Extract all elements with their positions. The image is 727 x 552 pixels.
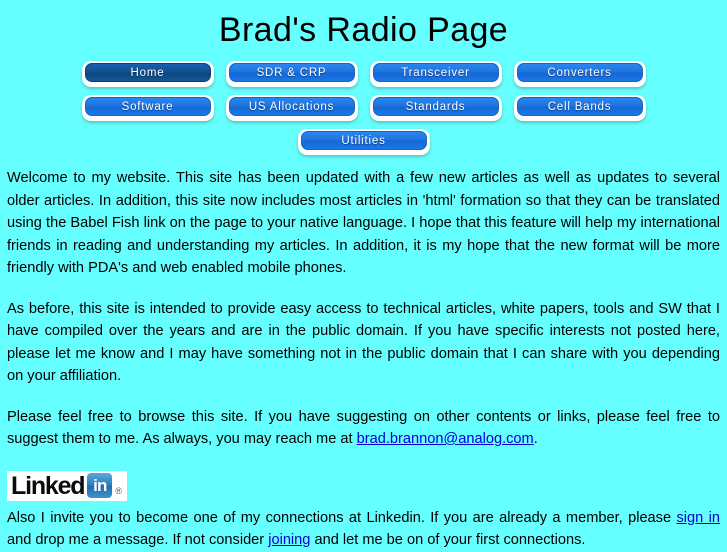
nav-plate: Transceiver <box>369 61 502 87</box>
nav-button-home[interactable]: Home <box>84 63 211 82</box>
linkedin-text-part3: and let me be on of your first connectio… <box>310 532 586 548</box>
contact-text-after: . <box>533 431 538 447</box>
contact-paragraph: Please feel free to browse this site. If… <box>7 406 720 451</box>
nav-row-1: Home SDR & CRP Transceiver Converters <box>0 61 727 95</box>
nav-button-us-allocations[interactable]: US Allocations <box>228 97 355 116</box>
nav-plate: Software <box>81 95 214 121</box>
nav-cell: Cell Bands <box>508 95 652 129</box>
nav-cell: US Allocations <box>220 95 364 129</box>
email-link[interactable]: brad.brannon@analog.com <box>357 431 534 447</box>
nav-plate: Cell Bands <box>513 95 646 121</box>
nav-cell: Converters <box>508 61 652 95</box>
nav-button-standards[interactable]: Standards <box>372 97 499 116</box>
linkedin-wordmark: Linked <box>11 471 86 500</box>
intro-paragraph: Welcome to my website. This site has bee… <box>7 170 720 276</box>
nav-plate: SDR & CRP <box>225 61 358 87</box>
sign-in-link[interactable]: sign in <box>676 510 720 526</box>
main-navigation: Home SDR & CRP Transceiver Converters So… <box>0 61 727 161</box>
nav-button-converters[interactable]: Converters <box>516 63 643 82</box>
nav-cell: Home <box>76 61 220 95</box>
nav-plate: Converters <box>513 61 646 87</box>
nav-button-sdr-crp[interactable]: SDR & CRP <box>228 63 355 82</box>
nav-plate: Standards <box>369 95 502 121</box>
nav-row-2: Software US Allocations Standards Cell B… <box>0 95 727 129</box>
nav-cell: Software <box>76 95 220 129</box>
nav-cell: Standards <box>364 95 508 129</box>
linkedin-in-badge-icon: in <box>87 473 113 498</box>
nav-plate: Home <box>81 61 214 87</box>
nav-button-utilities[interactable]: Utilities <box>300 131 427 150</box>
page-title: Brad's Radio Page <box>218 11 509 49</box>
nav-row-3: Utilities <box>0 129 727 163</box>
nav-cell: SDR & CRP <box>220 61 364 95</box>
nav-plate: Utilities <box>297 129 430 155</box>
linkedin-text-part2: and drop me a message. If not consider <box>7 532 269 548</box>
linkedin-logo[interactable]: Linked in ® <box>7 470 128 501</box>
nav-button-cell-bands[interactable]: Cell Bands <box>516 97 643 116</box>
page-content: Welcome to my website. This site has bee… <box>0 167 727 552</box>
nav-button-transceiver[interactable]: Transceiver <box>372 63 499 82</box>
purpose-paragraph: As before, this site is intended to prov… <box>7 300 720 385</box>
nav-plate: US Allocations <box>225 95 358 121</box>
linkedin-text-part1: Also I invite you to become one of my co… <box>7 509 677 526</box>
nav-cell: Utilities <box>292 129 436 163</box>
nav-button-software[interactable]: Software <box>84 97 211 116</box>
joining-link[interactable]: joining <box>268 532 310 548</box>
registered-trademark-icon: ® <box>115 485 123 496</box>
nav-cell: Transceiver <box>364 61 508 95</box>
